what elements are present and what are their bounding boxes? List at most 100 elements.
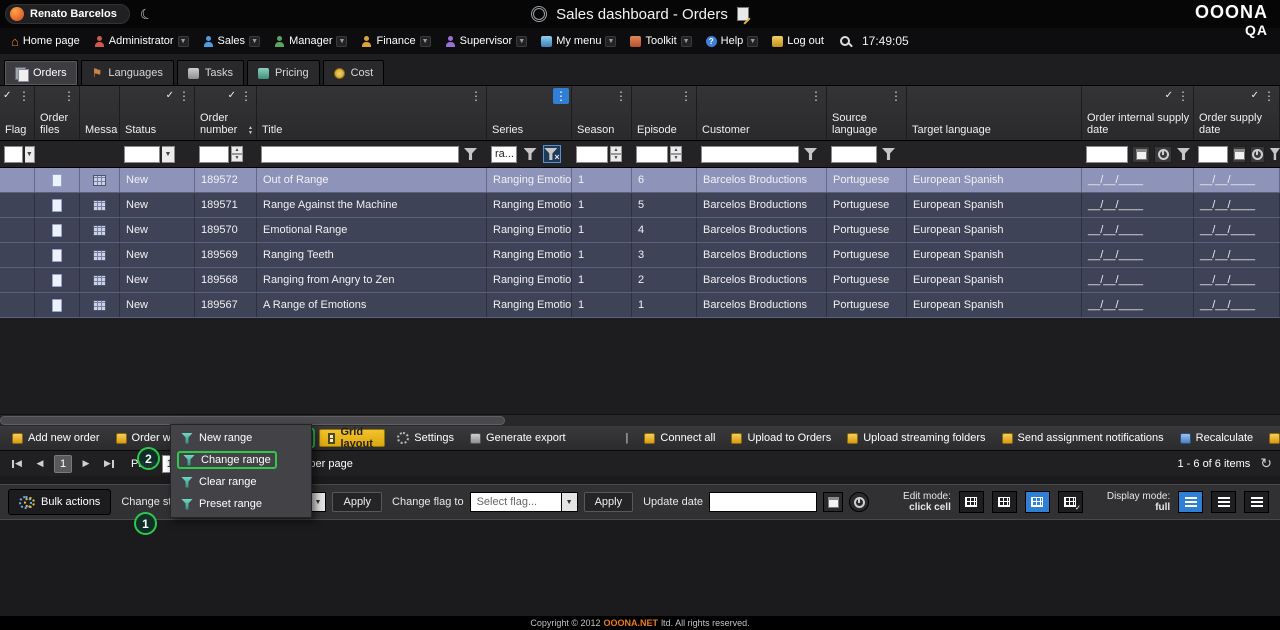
status-filter-input[interactable] [124,146,160,163]
cell-internal-supply-date[interactable]: __/__/____ [1082,168,1194,192]
cell-series[interactable]: Ranging Emotions [487,243,572,267]
cell-season[interactable]: 1 [572,193,632,217]
upload-to-orders-button[interactable]: Upload to Orders [723,426,839,450]
cell-target-language[interactable]: European Spanish [907,218,1082,242]
cell-source-language[interactable]: Portuguese [827,218,907,242]
menu-toolkit[interactable]: Toolkit ▼ [623,28,698,54]
cell-order-files[interactable] [35,218,80,242]
cell-supply-date[interactable]: __/__/____ [1194,243,1280,267]
cell-customer[interactable]: Barcelos Broductions [697,243,827,267]
cell-season[interactable]: 1 [572,168,632,192]
cell-target-language[interactable]: European Spanish [907,268,1082,292]
episode-filter-input[interactable] [636,146,668,163]
calendar-icon[interactable] [1232,146,1246,163]
cell-internal-supply-date[interactable]: __/__/____ [1082,268,1194,292]
refresh-icon[interactable]: ↻ [1260,455,1272,472]
column-header-season[interactable]: ⋮ Season [572,86,632,140]
clear-filter-icon[interactable]: × [543,145,561,163]
column-menu-icon[interactable]: ⋮ [613,88,629,104]
cell-messages[interactable] [80,293,120,317]
chevron-down-icon[interactable]: ▼ [162,146,175,163]
cell-episode[interactable]: 1 [632,293,697,317]
tab-languages[interactable]: ⚑ Languages [81,60,174,85]
column-header-messages[interactable]: Messa [80,86,120,140]
order-number-filter-input[interactable] [199,146,229,163]
cell-internal-supply-date[interactable]: __/__/____ [1082,243,1194,267]
cell-order-number[interactable]: 189568 [195,268,257,292]
tab-cost[interactable]: Cost [323,60,385,85]
cell-title[interactable]: Emotional Range [257,218,487,242]
column-menu-icon[interactable]: ⋮ [238,88,254,104]
flag-filter-dropdown[interactable] [4,146,23,163]
first-page-button[interactable]: ◀ [8,455,26,473]
cell-season[interactable]: 1 [572,268,632,292]
cell-episode[interactable]: 2 [632,268,697,292]
column-header-source-language[interactable]: ⋮ Source language [827,86,907,140]
table-row[interactable]: New 189570 Emotional Range Ranging Emoti… [0,218,1280,243]
apply-automatic-assignment-button[interactable]: Apply automatic assignment [1261,426,1280,450]
cell-flag[interactable] [0,243,35,267]
cell-title[interactable]: Out of Range [257,168,487,192]
chevron-down-icon[interactable]: ▼ [310,492,326,512]
column-header-order-files[interactable]: ⋮ Order files [35,86,80,140]
cell-series[interactable]: Ranging Emotions [487,218,572,242]
table-row[interactable]: New 189567 A Range of Emotions Ranging E… [0,293,1280,318]
cell-order-number[interactable]: 189571 [195,193,257,217]
column-header-flag[interactable]: ✓ ⋮ Flag [0,86,35,140]
column-menu-icon[interactable]: ⋮ [808,88,824,104]
table-row[interactable]: New 189568 Ranging from Angry to Zen Ran… [0,268,1280,293]
filter-funnel-icon[interactable] [1270,148,1280,160]
cell-messages[interactable] [80,218,120,242]
table-row[interactable]: New 189572 Out of Range Ranging Emotions… [0,168,1280,193]
menu-sales[interactable]: Sales ▼ [196,28,268,54]
cell-customer[interactable]: Barcelos Broductions [697,193,827,217]
filter-funnel-icon[interactable] [882,148,895,160]
tab-orders[interactable]: Orders [4,60,78,85]
menu-supervisor[interactable]: Supervisor ▼ [438,28,535,54]
cell-title[interactable]: A Range of Emotions [257,293,487,317]
column-menu-icon[interactable]: ⋮ [1175,88,1191,104]
cell-order-number[interactable]: 189567 [195,293,257,317]
menu-finance[interactable]: Finance ▼ [354,28,437,54]
cell-target-language[interactable]: European Spanish [907,293,1082,317]
send-assignment-notifications-button[interactable]: Send assignment notifications [994,426,1172,450]
cell-season[interactable]: 1 [572,218,632,242]
clock-icon[interactable] [1250,146,1264,163]
filter-funnel-icon[interactable] [521,145,539,163]
column-header-order-number[interactable]: ✓ ⋮ Order number ▲▼ [195,86,257,140]
column-header-customer[interactable]: ⋮ Customer [697,86,827,140]
display-mode-option-1-active[interactable] [1178,491,1203,513]
next-page-button[interactable]: ▶ [77,455,95,473]
cell-season[interactable]: 1 [572,293,632,317]
menu-item-change-range[interactable]: Change range [171,449,311,471]
internal-supply-date-filter-input[interactable] [1086,146,1128,163]
cell-flag[interactable] [0,218,35,242]
menu-item-clear-range[interactable]: Clear range [171,471,311,493]
column-header-target-language[interactable]: Target language [907,86,1082,140]
page-number-button[interactable]: 1 [54,455,72,473]
cell-messages[interactable] [80,268,120,292]
display-mode-option-3[interactable] [1244,491,1269,513]
cell-messages[interactable] [80,243,120,267]
number-spinner[interactable]: ▲▼ [231,146,243,162]
edit-page-icon[interactable] [737,7,749,21]
cell-messages[interactable] [80,193,120,217]
cell-flag[interactable] [0,293,35,317]
apply-status-button[interactable]: Apply [332,492,382,512]
column-menu-icon[interactable]: ⋮ [16,88,32,104]
cell-series[interactable]: Ranging Emotions [487,268,572,292]
sort-arrows-icon[interactable]: ▲▼ [248,126,253,136]
cell-order-files[interactable] [35,168,80,192]
edit-mode-option-4[interactable]: ✓ [1058,491,1083,513]
column-header-order-internal-supply-date[interactable]: ✓ ⋮ Order internal supply date [1082,86,1194,140]
clock-icon[interactable] [1154,146,1172,163]
cell-status[interactable]: New [120,168,195,192]
generate-export-button[interactable]: Generate export [462,426,574,450]
filter-funnel-icon[interactable] [804,148,817,160]
cell-episode[interactable]: 4 [632,218,697,242]
bulk-actions-button[interactable]: Bulk actions [8,489,111,515]
cell-title[interactable]: Ranging from Angry to Zen [257,268,487,292]
column-menu-icon[interactable]: ⋮ [468,88,484,104]
cell-supply-date[interactable]: __/__/____ [1194,168,1280,192]
menu-my-menu[interactable]: My menu ▼ [534,28,623,54]
